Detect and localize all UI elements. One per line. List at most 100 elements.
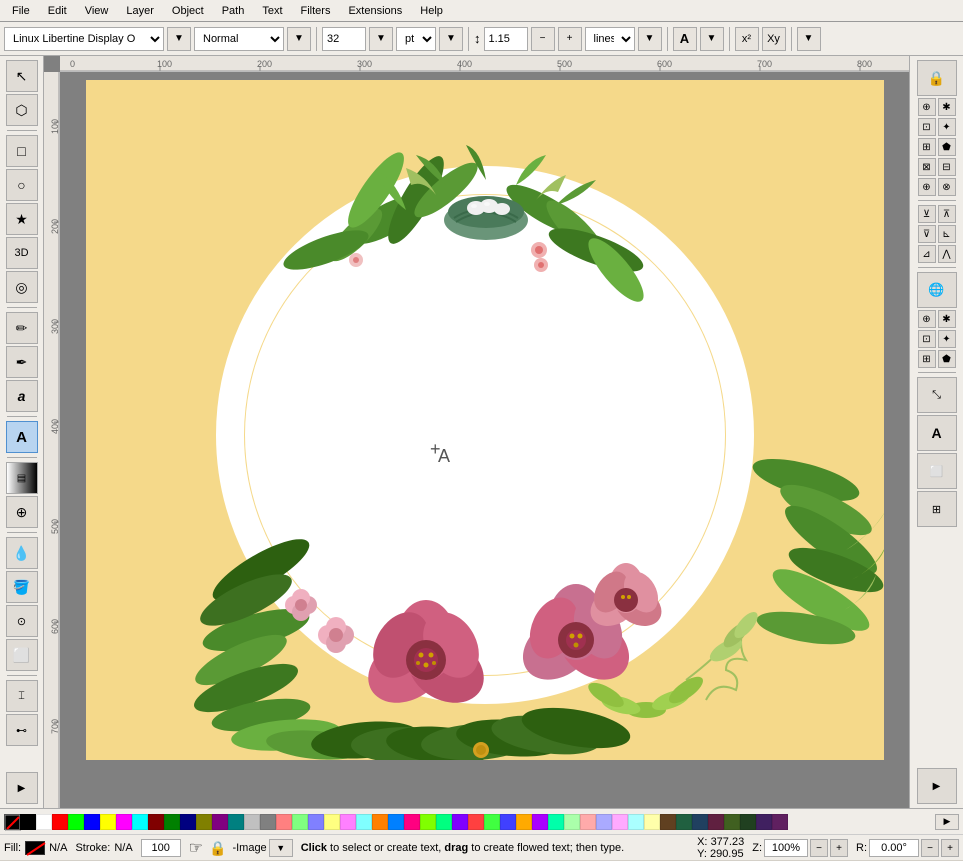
palette-color[interactable] [308,814,324,830]
rp-btn-16[interactable]: ⋀ [938,245,956,263]
palette-color[interactable] [340,814,356,830]
palette-color[interactable] [148,814,164,830]
rp-btn-9[interactable]: ⊕ [918,178,936,196]
rp-globe-btn[interactable]: 🌐 [917,272,957,308]
menu-object[interactable]: Object [164,3,212,19]
menu-edit[interactable]: Edit [40,3,75,19]
palette-color[interactable] [196,814,212,830]
rp-btn-8[interactable]: ⊟ [938,158,956,176]
menu-filters[interactable]: Filters [293,3,339,19]
font-style-dropdown-btn[interactable]: ▼ [287,27,311,51]
palette-color[interactable] [100,814,116,830]
paint-bucket-tool[interactable]: 🪣 [6,571,38,603]
image-mode-dropdown[interactable]: ▼ [269,839,293,857]
pen-tool[interactable]: ✒ [6,346,38,378]
palette-color[interactable] [20,814,36,830]
text-tool[interactable]: A [6,421,38,453]
rp-btn-1[interactable]: ⊕ [918,98,936,116]
toolbox-expand-btn[interactable]: ▶ [6,772,38,804]
rp-btn-5[interactable]: ⊞ [918,138,936,156]
font-size-input[interactable] [322,27,366,51]
rp-grid-btn[interactable]: ⊞ [917,491,957,527]
palette-color[interactable] [708,814,724,830]
menu-extensions[interactable]: Extensions [340,3,410,19]
palette-color[interactable] [724,814,740,830]
palette-color[interactable] [740,814,756,830]
rp-btn-2[interactable]: ✱ [938,98,956,116]
select-tool[interactable]: ↖ [6,60,38,92]
palette-color[interactable] [292,814,308,830]
palette-color[interactable] [772,814,788,830]
font-style-select[interactable]: Normal [194,27,284,51]
connector-tool[interactable]: ⌶ [6,680,38,712]
palette-color[interactable] [244,814,260,830]
zoom-out-btn[interactable]: − [810,839,828,857]
menu-view[interactable]: View [77,3,117,19]
lock-icon[interactable]: 🔒 [209,840,226,857]
node-tool[interactable]: ⬡ [6,94,38,126]
rp-btn-18[interactable]: ✱ [938,310,956,328]
gradient-tool[interactable]: ▤ [6,462,38,494]
palette-color[interactable] [596,814,612,830]
palette-color[interactable] [500,814,516,830]
palette-color[interactable] [484,814,500,830]
text-style-dropdown-btn[interactable]: ▼ [700,27,724,51]
menu-file[interactable]: File [4,3,38,19]
menu-help[interactable]: Help [412,3,451,19]
snap-lock-btn[interactable]: 🔒 [917,60,957,96]
artwork-canvas[interactable]: SB + A [86,80,884,760]
rp-btn-20[interactable]: ✦ [938,330,956,348]
rect-tool[interactable]: □ [6,135,38,167]
fill-color-swatch[interactable] [25,841,45,855]
rp-btn-7[interactable]: ⊠ [918,158,936,176]
palette-color[interactable] [644,814,660,830]
line-height-unit-select[interactable]: lines [585,27,635,51]
3d-box-tool[interactable]: 3D [6,237,38,269]
palette-color[interactable] [676,814,692,830]
palette-color[interactable] [436,814,452,830]
rp-btn-17[interactable]: ⊕ [918,310,936,328]
rp-btn-14[interactable]: ⊾ [938,225,956,243]
palette-color[interactable] [388,814,404,830]
palette-color[interactable] [36,814,52,830]
palette-color[interactable] [516,814,532,830]
palette-color[interactable] [420,814,436,830]
eraser-tool[interactable]: ⬜ [6,639,38,671]
palette-color[interactable] [452,814,468,830]
calligraphy-tool[interactable]: a [6,380,38,412]
rp-btn-3[interactable]: ⊡ [918,118,936,136]
rotation-input[interactable]: 0.00° [869,839,919,857]
palette-color[interactable] [164,814,180,830]
palette-color[interactable] [212,814,228,830]
line-height-dec-btn[interactable]: − [531,27,555,51]
more-options-btn[interactable]: ▼ [797,27,821,51]
palette-color[interactable] [628,814,644,830]
rp-btn-22[interactable]: ⬟ [938,350,956,368]
zoom-in-btn[interactable]: + [830,839,848,857]
text-style-btn[interactable]: A [673,27,697,51]
rp-expand-btn[interactable]: ⬜ [917,453,957,489]
palette-scroll-right[interactable]: ▶ [935,814,959,830]
measure-tool[interactable]: ⊷ [6,714,38,746]
rotate-dec-btn[interactable]: − [921,839,939,857]
palette-color[interactable] [612,814,628,830]
palette-color[interactable] [84,814,100,830]
rp-btn-12[interactable]: ⊼ [938,205,956,223]
palette-color[interactable] [372,814,388,830]
rp-btn-13[interactable]: ⊽ [918,225,936,243]
palette-color[interactable] [580,814,596,830]
dropper-tool[interactable]: 💧 [6,537,38,569]
rp-btn-10[interactable]: ⊗ [938,178,956,196]
star-tool[interactable]: ★ [6,203,38,235]
rp-btn-15[interactable]: ⊿ [918,245,936,263]
palette-color[interactable] [52,814,68,830]
rp-btn-11[interactable]: ⊻ [918,205,936,223]
palette-color[interactable] [404,814,420,830]
font-family-dropdown-btn[interactable]: ▼ [167,27,191,51]
line-height-unit-dropdown-btn[interactable]: ▼ [638,27,662,51]
palette-color[interactable] [468,814,484,830]
rp-btn-4[interactable]: ✦ [938,118,956,136]
menu-path[interactable]: Path [214,3,253,19]
font-unit-dropdown-btn[interactable]: ▼ [439,27,463,51]
palette-color[interactable] [260,814,276,830]
